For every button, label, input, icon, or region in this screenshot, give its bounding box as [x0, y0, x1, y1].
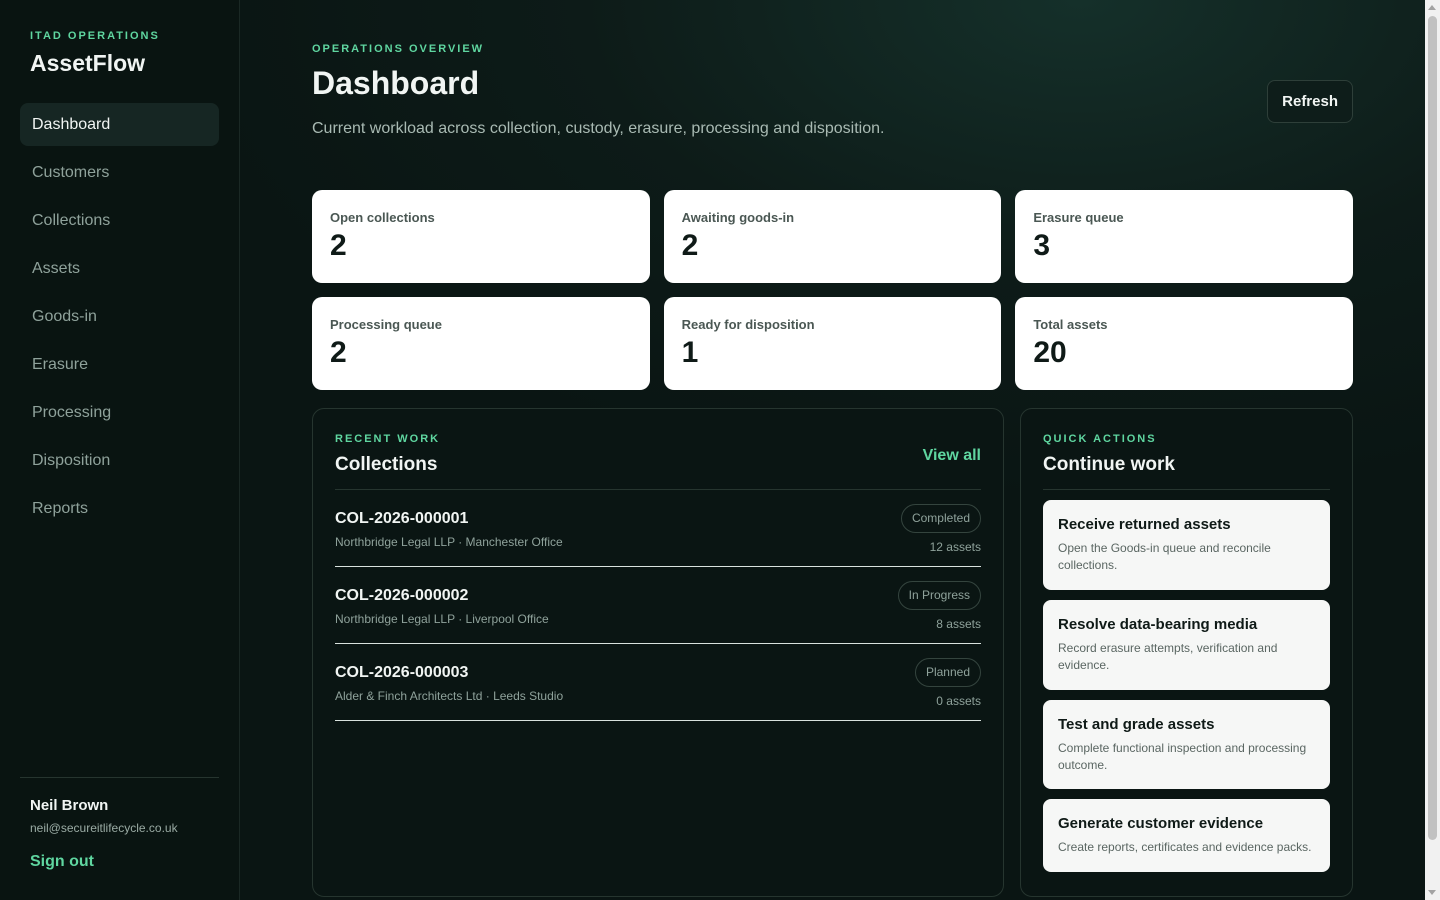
sidebar-item-processing[interactable]: Processing: [20, 391, 219, 434]
sidebar-footer: Neil Brown neil@secureitlifecycle.co.uk …: [20, 777, 219, 871]
sidebar-item-assets[interactable]: Assets: [20, 247, 219, 290]
action-description: Create reports, certificates and evidenc…: [1058, 840, 1312, 854]
refresh-button[interactable]: Refresh: [1267, 80, 1353, 123]
brand-eyebrow: ITAD OPERATIONS: [30, 30, 160, 42]
action-title: Resolve data-bearing media: [1058, 616, 1258, 633]
page-subtitle: Current workload across collection, cust…: [312, 120, 885, 137]
stat-label: Erasure queue: [1033, 210, 1124, 225]
user-email: neil@secureitlifecycle.co.uk: [30, 821, 178, 835]
stat-label: Ready for disposition: [681, 317, 815, 332]
user-name: Neil Brown: [30, 797, 109, 814]
asset-count: 8 assets: [936, 617, 981, 631]
status-badge: In Progress: [897, 581, 981, 610]
sidebar-item-customers[interactable]: Customers: [20, 151, 219, 194]
scroll-up-arrow-icon[interactable]: [1428, 5, 1436, 10]
stat-card-awaiting-goods-in: Awaiting goods-in 2: [663, 190, 1002, 283]
status-badge: Completed: [900, 504, 981, 533]
page-eyebrow: OPERATIONS OVERVIEW: [312, 43, 485, 55]
stat-value: 3: [1033, 229, 1051, 262]
status-badge: Planned: [914, 658, 981, 687]
sidebar-item-disposition[interactable]: Disposition: [20, 439, 219, 482]
recent-work-panel: RECENT WORK Collections View all COL-202…: [312, 408, 1004, 897]
action-title: Test and grade assets: [1058, 716, 1215, 733]
collection-row[interactable]: COL-2026-000003 Alder & Finch Architects…: [335, 644, 981, 721]
quick-actions-panel: QUICK ACTIONS Continue work Receive retu…: [1020, 408, 1353, 897]
panel-eyebrow: QUICK ACTIONS: [1043, 433, 1157, 445]
panel-eyebrow: RECENT WORK: [335, 433, 441, 445]
stat-card-erasure-queue: Erasure queue 3: [1015, 190, 1353, 283]
collection-id: COL-2026-000003: [335, 664, 469, 681]
scrollbar-thumb[interactable]: [1428, 16, 1437, 840]
stat-label: Awaiting goods-in: [681, 210, 795, 225]
sidebar-item-dashboard[interactable]: Dashboard: [20, 103, 219, 146]
sidebar-item-goods-in[interactable]: Goods-in: [20, 295, 219, 338]
collection-id: COL-2026-000001: [335, 510, 469, 527]
asset-count: 12 assets: [929, 540, 981, 554]
collection-row[interactable]: COL-2026-000001 Northbridge Legal LLP · …: [335, 490, 981, 567]
stat-value: 2: [681, 229, 699, 262]
collection-id: COL-2026-000002: [335, 587, 469, 604]
panel-title: Collections: [335, 454, 438, 475]
main-content: OPERATIONS OVERVIEW Dashboard Current wo…: [240, 0, 1440, 900]
page-title: Dashboard: [312, 65, 480, 101]
stat-value: 2: [330, 229, 347, 262]
collection-location: Alder & Finch Architects Ltd · Leeds Stu…: [335, 689, 564, 703]
stat-card-processing-queue: Processing queue 2: [312, 297, 650, 390]
sidebar: ITAD OPERATIONS AssetFlow Dashboard Cust…: [0, 0, 240, 900]
action-title: Generate customer evidence: [1058, 815, 1264, 832]
action-card-test-and-grade-assets[interactable]: Test and grade assets Complete functiona…: [1043, 700, 1330, 789]
app-root: ITAD OPERATIONS AssetFlow Dashboard Cust…: [0, 0, 1440, 900]
sidebar-item-erasure[interactable]: Erasure: [20, 343, 219, 386]
vertical-scrollbar[interactable]: [1425, 0, 1440, 900]
stat-value: 20: [1033, 336, 1067, 369]
stat-label: Total assets: [1033, 317, 1108, 332]
sidebar-item-reports[interactable]: Reports: [20, 487, 219, 530]
stat-value: 2: [330, 336, 347, 369]
stats-grid: Open collections 2 Awaiting goods-in 2 E…: [312, 190, 1353, 390]
view-all-link[interactable]: View all: [923, 447, 981, 465]
stat-label: Processing queue: [330, 317, 442, 332]
stat-card-ready-for-disposition: Ready for disposition 1: [663, 297, 1002, 390]
action-description: Complete functional inspection and proce…: [1058, 741, 1307, 772]
collection-row[interactable]: COL-2026-000002 Northbridge Legal LLP · …: [335, 567, 981, 644]
sign-out-link[interactable]: Sign out: [20, 853, 219, 871]
stat-value: 1: [681, 336, 699, 369]
action-description: Open the Goods-in queue and reconcile co…: [1058, 541, 1271, 572]
brand-name[interactable]: AssetFlow: [20, 50, 219, 77]
page-header: OPERATIONS OVERVIEW Dashboard Current wo…: [312, 43, 1353, 138]
asset-count: 0 assets: [936, 694, 981, 708]
sidebar-item-collections[interactable]: Collections: [20, 199, 219, 242]
stat-card-open-collections: Open collections 2: [312, 190, 650, 283]
stat-label: Open collections: [330, 210, 435, 225]
collection-location: Northbridge Legal LLP · Liverpool Office: [335, 612, 549, 626]
action-title: Receive returned assets: [1058, 516, 1231, 533]
sidebar-nav: Dashboard Customers Collections Assets G…: [20, 103, 219, 530]
action-card-generate-customer-evidence[interactable]: Generate customer evidence Create report…: [1043, 799, 1330, 872]
action-card-resolve-data-bearing-media[interactable]: Resolve data-bearing media Record erasur…: [1043, 600, 1330, 690]
scroll-down-arrow-icon[interactable]: [1428, 890, 1436, 895]
panel-title: Continue work: [1043, 454, 1175, 475]
action-description: Record erasure attempts, verification an…: [1058, 641, 1278, 672]
divider: [1043, 489, 1330, 490]
collection-location: Northbridge Legal LLP · Manchester Offic…: [335, 535, 563, 549]
stat-card-total-assets: Total assets 20: [1015, 297, 1353, 390]
action-card-receive-returned-assets[interactable]: Receive returned assets Open the Goods-i…: [1043, 500, 1330, 590]
